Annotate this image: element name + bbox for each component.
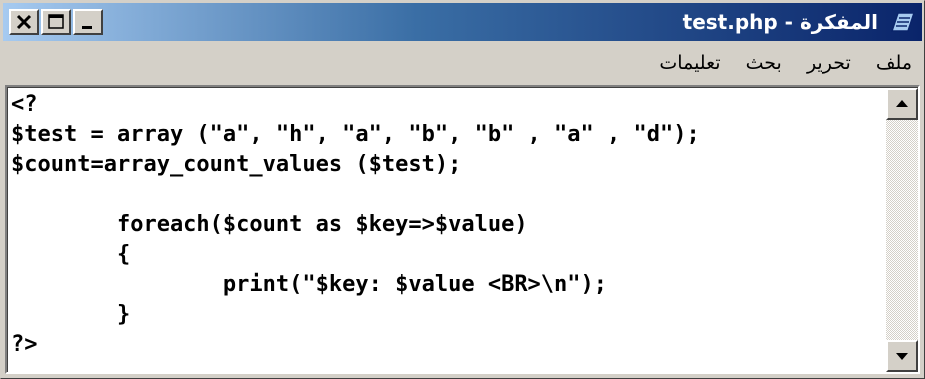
- scroll-up-arrow-icon: [896, 100, 908, 107]
- editor-text[interactable]: <? $test = array ("a", "h", "a", "b", "b…: [11, 90, 700, 360]
- maximize-icon: [48, 14, 64, 29]
- menu-help[interactable]: تعليمات: [649, 43, 730, 83]
- menu-search[interactable]: بحث: [736, 43, 792, 83]
- notepad-icon: [890, 12, 916, 32]
- window-title: test.php - المفكرة: [682, 10, 878, 34]
- close-icon: [16, 14, 32, 30]
- minimize-button[interactable]: [73, 9, 103, 35]
- vertical-scrollbar[interactable]: [886, 88, 918, 372]
- scroll-down-button[interactable]: [886, 340, 918, 372]
- scroll-up-button[interactable]: [886, 88, 918, 120]
- text-editor-area[interactable]: <? $test = array ("a", "h", "a", "b", "b…: [5, 85, 920, 374]
- notepad-window: test.php - المفكرة ملف تحرير بحث تعليمات…: [0, 0, 925, 379]
- minimize-icon: [82, 26, 92, 29]
- scroll-down-arrow-icon: [896, 353, 908, 360]
- maximize-button[interactable]: [41, 9, 71, 35]
- menu-bar: ملف تحرير بحث تعليمات: [3, 43, 922, 83]
- close-button[interactable]: [9, 9, 39, 35]
- title-bar[interactable]: test.php - المفكرة: [3, 3, 922, 41]
- menu-file[interactable]: ملف: [866, 43, 922, 83]
- editor-frame: <? $test = array ("a", "h", "a", "b", "b…: [7, 87, 918, 372]
- menu-edit[interactable]: تحرير: [797, 43, 861, 83]
